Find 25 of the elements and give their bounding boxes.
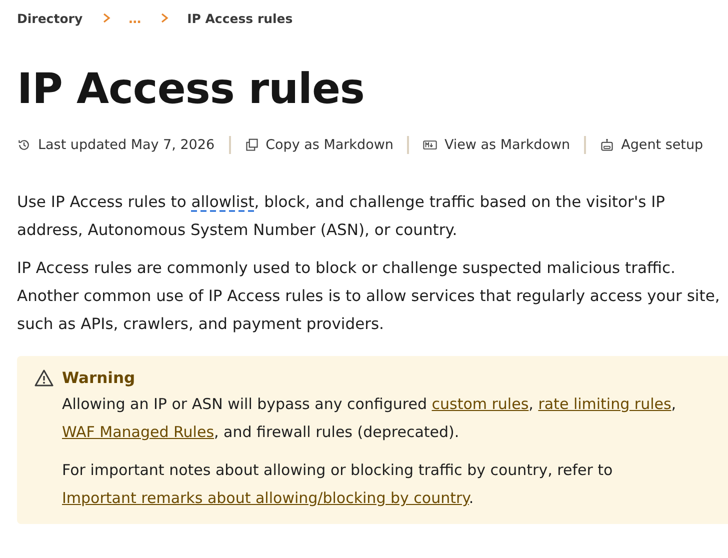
- copy-button[interactable]: Copy as Markdown: [244, 137, 394, 153]
- text-link[interactable]: custom rules: [432, 395, 529, 413]
- chevron-icon: [102, 13, 111, 23]
- chevron-icon: [161, 13, 170, 23]
- robot-icon: [600, 138, 614, 152]
- text-link[interactable]: remarks about allowing/blocking by country: [141, 489, 469, 507]
- warning-title: Warning: [62, 368, 136, 389]
- paragraph: For important notes about allowing or blocking traffic by country, refer to Important remarks about allowing/blocking by country.: [62, 460, 614, 509]
- warning-icon: [34, 368, 54, 388]
- paragraph: Use IP Access rules to allowlist, block, and challenge traffic based on the visitor's IP address, Autonomous System Number (ASN), or country.: [17, 192, 666, 241]
- agent-setup-button[interactable]: Agent setup: [600, 137, 704, 153]
- history-icon: [17, 138, 31, 152]
- markdown-icon: [423, 138, 438, 152]
- paragraph: IP Access rules are commonly used to block or challenge suspected malicious traffic. Another common use of IP Access rules is to allow services that regularly access your site, such as APIs, crawlers, and payment providers.: [17, 258, 720, 335]
- last-updated-text: Last updated May 7, 2026: [38, 137, 215, 153]
- breadcrumb-current: IP Access rules: [187, 10, 293, 26]
- paragraph: Allowing an IP or ASN will bypass any configured custom rules, rate limiting rules, WAF Managed Rules, and firewall rules (deprecated).: [62, 394, 678, 443]
- view-button[interactable]: View as Markdown: [423, 137, 570, 153]
- text-link[interactable]: rate limiting rules: [538, 395, 672, 413]
- term-link[interactable]: allowlist: [191, 193, 254, 211]
- copy-icon: [244, 138, 259, 152]
- text-link[interactable]: WAF Managed Rules: [62, 423, 214, 441]
- breadcrumb-link[interactable]: Directory: [17, 10, 83, 26]
- page-title: IP Access rules: [17, 64, 366, 114]
- text-link[interactable]: Important: [62, 489, 142, 507]
